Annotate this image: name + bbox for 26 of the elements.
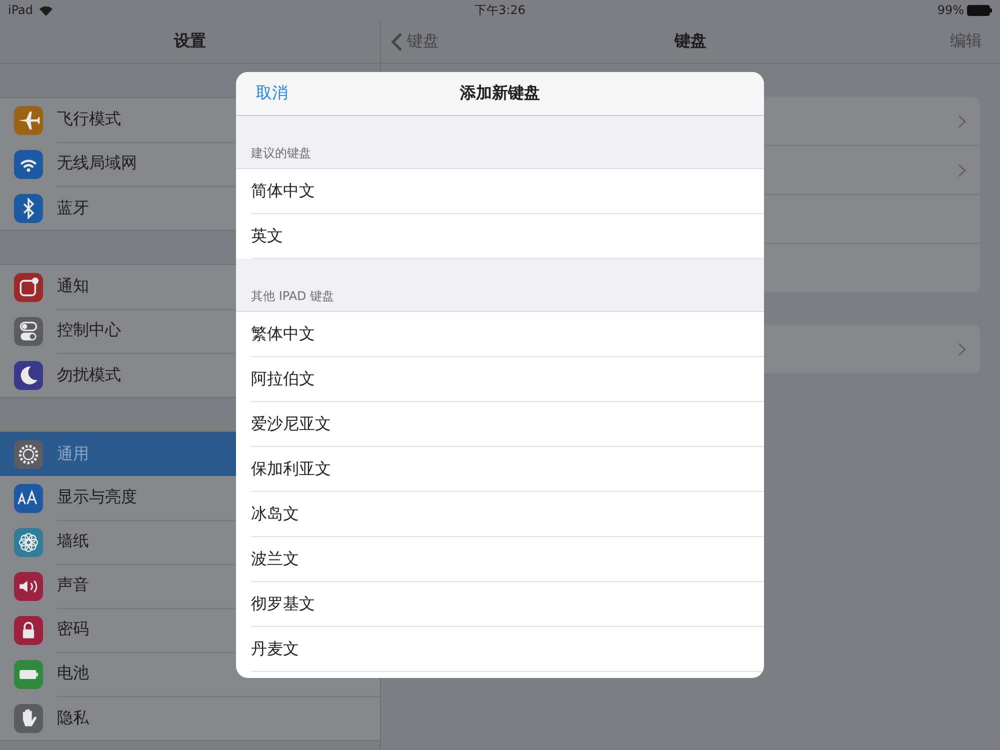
wifi-icon bbox=[39, 4, 54, 16]
page-title: 键盘 bbox=[674, 31, 706, 52]
chevron-icon bbox=[958, 114, 966, 128]
sidebar-title: 设置 bbox=[174, 31, 206, 52]
dialog-title: 添加新键盘 bbox=[460, 83, 540, 104]
keyboard-option[interactable]: 丹麦文 bbox=[251, 627, 764, 672]
battery-percent: 99% bbox=[937, 3, 964, 17]
clock: 下午3:26 bbox=[474, 2, 526, 16]
keyboard-option[interactable]: 爱沙尼亚文 bbox=[251, 402, 764, 447]
back-button[interactable]: 键盘 bbox=[391, 31, 439, 52]
keyboard-option[interactable]: 阿拉伯文 bbox=[251, 357, 764, 402]
chevron-icon bbox=[958, 342, 966, 356]
battery-icon bbox=[967, 4, 992, 16]
section-header: 建议的键盘 bbox=[251, 145, 311, 162]
settings-item[interactable]: 隐私 bbox=[0, 696, 380, 740]
keyboard-option[interactable]: 简体中文 bbox=[251, 169, 764, 214]
keyboard-option[interactable]: 冰岛文 bbox=[251, 492, 764, 537]
section-header: 其他 IPAD 键盘 bbox=[251, 288, 334, 305]
keyboard-option[interactable]: 繁体中文 bbox=[251, 312, 764, 357]
keyboard-option[interactable]: 波兰文 bbox=[251, 537, 764, 582]
keyboard-option[interactable]: 保加利亚文 bbox=[251, 447, 764, 492]
device-name: iPad bbox=[8, 3, 34, 17]
edit-button[interactable]: 编辑 bbox=[950, 31, 982, 52]
back-chevron-icon bbox=[391, 32, 403, 52]
chevron-icon bbox=[958, 164, 966, 176]
keyboard-option[interactable]: 彻罗基文 bbox=[251, 582, 764, 627]
